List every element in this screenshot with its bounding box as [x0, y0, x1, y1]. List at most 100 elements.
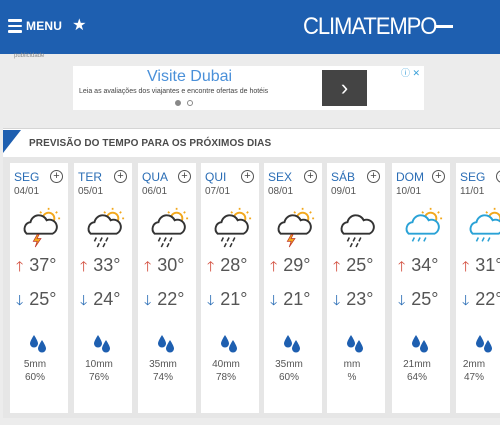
- rain-drops-icon: [156, 333, 176, 353]
- cloud-rain-sun-icon: [146, 205, 190, 249]
- expand-plus-icon[interactable]: +: [178, 170, 191, 183]
- expand-plus-icon[interactable]: +: [304, 170, 317, 183]
- forecast-day-card[interactable]: DOM 10/01 + 🡑 34° 🡓 25° 21mm 64%: [392, 163, 450, 413]
- arrow-up-icon: 🡑: [144, 258, 152, 274]
- rain-drops-icon: [219, 333, 239, 353]
- temp-min: 🡓 25°: [398, 289, 439, 314]
- expand-plus-icon[interactable]: +: [496, 170, 500, 183]
- rain-drops-icon: [474, 333, 494, 353]
- arrow-down-icon: 🡓: [270, 292, 278, 308]
- temp-max: 🡑 37°: [16, 255, 57, 280]
- cloud-rain-sun-light-icon: [464, 205, 500, 249]
- ad-dot-active[interactable]: [175, 100, 181, 106]
- day-date: 09/01: [331, 186, 357, 197]
- day-date: 05/01: [78, 186, 104, 197]
- temp-max: 🡑 28°: [207, 255, 248, 280]
- rain-mm: 10mm: [85, 359, 113, 370]
- temp-max-value: 25°: [346, 255, 374, 275]
- arrow-down-icon: 🡓: [16, 292, 24, 308]
- ad-banner[interactable]: Visite Dubai Leia as avaliações dos viaj…: [73, 66, 424, 110]
- day-date: 04/01: [14, 186, 40, 197]
- arrow-up-icon: 🡑: [207, 258, 215, 274]
- forecast-day-card[interactable]: TER 05/01 + 🡑 33° 🡓 24° 10mm 76%: [74, 163, 132, 413]
- forecast-day-card[interactable]: QUI 07/01 + 🡑 28° 🡓 21° 40mm 78%: [201, 163, 259, 413]
- cloud-rain-sun-light-icon: [400, 205, 444, 249]
- temp-min-value: 22°: [157, 289, 185, 309]
- temp-min-value: 22°: [475, 289, 500, 309]
- rain-drops-icon: [345, 333, 365, 353]
- ad-dot[interactable]: [187, 100, 193, 106]
- arrow-up-icon: 🡑: [462, 258, 470, 274]
- temp-max-value: 34°: [411, 255, 439, 275]
- ad-tag: publicidade: [14, 53, 45, 59]
- ad-pagination: [175, 100, 193, 106]
- top-bar: MENU ★ CLIMATEMPO: [0, 0, 500, 54]
- star-icon[interactable]: ★: [72, 18, 86, 34]
- rain-probability: 64%: [406, 372, 427, 383]
- temp-max-value: 28°: [220, 255, 248, 275]
- day-date: 07/01: [205, 186, 231, 197]
- forecast-title: PREVISÃO DO TEMPO PARA OS PRÓXIMOS DIAS: [29, 138, 272, 149]
- expand-plus-icon[interactable]: +: [367, 170, 380, 183]
- day-date: 11/01: [460, 186, 485, 197]
- rain-probability: %: [347, 372, 357, 383]
- temp-min-value: 21°: [220, 289, 248, 309]
- expand-plus-icon[interactable]: +: [241, 170, 254, 183]
- day-date: 08/01: [268, 186, 294, 197]
- menu-label: MENU: [26, 19, 63, 33]
- temp-max: 🡑 34°: [398, 255, 439, 280]
- ad-title[interactable]: Visite Dubai: [147, 68, 232, 86]
- temp-min-value: 23°: [346, 289, 374, 309]
- arrow-down-icon: 🡓: [207, 292, 215, 308]
- temp-max-value: 31°: [475, 255, 500, 275]
- cloud-rain-icon: [335, 205, 379, 249]
- storm-sun-icon: [272, 205, 316, 249]
- temp-max-value: 33°: [93, 255, 121, 275]
- day-name: DOM: [396, 170, 424, 184]
- expand-plus-icon[interactable]: +: [432, 170, 445, 183]
- rain-probability: 78%: [215, 372, 236, 383]
- day-name: SEX: [268, 170, 293, 184]
- rain-mm: 21mm: [403, 359, 431, 370]
- day-date: 06/01: [142, 186, 168, 197]
- rain-mm: 35mm: [275, 359, 303, 370]
- temp-max: 🡑 30°: [144, 255, 185, 280]
- day-name: SÁB: [331, 170, 356, 184]
- arrow-up-icon: 🡑: [333, 258, 341, 274]
- rain-probability: 60%: [278, 372, 299, 383]
- temp-max: 🡑 25°: [333, 255, 374, 280]
- rain-drops-icon: [28, 333, 48, 353]
- day-name: QUA: [142, 170, 169, 184]
- rain-mm: 5mm: [23, 359, 47, 370]
- arrow-down-icon: 🡓: [144, 292, 152, 308]
- rain-drops-icon: [410, 333, 430, 353]
- day-name: SEG: [460, 170, 486, 184]
- temp-min: 🡓 21°: [270, 289, 311, 314]
- storm-sun-icon: [18, 205, 62, 249]
- ad-next-button[interactable]: ›: [322, 70, 367, 106]
- forecast-day-card[interactable]: SEG 04/01 + 🡑 37° 🡓 25° 5mm 60%: [10, 163, 68, 413]
- rain-mm: 2mm: [462, 359, 486, 370]
- menu-button[interactable]: MENU ★: [8, 18, 86, 34]
- arrow-up-icon: 🡑: [398, 258, 406, 274]
- temp-max: 🡑 33°: [80, 255, 121, 280]
- day-date: 10/01: [396, 186, 422, 197]
- arrow-up-icon: 🡑: [16, 258, 24, 274]
- expand-plus-icon[interactable]: +: [50, 170, 63, 183]
- day-name: TER: [78, 170, 102, 184]
- temp-min-value: 25°: [411, 289, 439, 309]
- expand-plus-icon[interactable]: +: [114, 170, 127, 183]
- temp-min: 🡓 23°: [333, 289, 374, 314]
- rain-drops-icon: [92, 333, 112, 353]
- rain-mm: mm: [343, 359, 361, 370]
- climatempo-logo[interactable]: CLIMATEMPO: [303, 13, 437, 41]
- temp-max: 🡑 31°: [462, 255, 500, 280]
- forecast-day-card[interactable]: SÁB 09/01 + 🡑 25° 🡓 23° mm%: [327, 163, 385, 413]
- temp-max-value: 30°: [157, 255, 185, 275]
- logo-swoosh: [435, 25, 453, 28]
- forecast-day-card[interactable]: QUA 06/01 + 🡑 30° 🡓 22° 35mm 74%: [138, 163, 196, 413]
- rain-drops-icon: [282, 333, 302, 353]
- ad-info-close-icons[interactable]: ⓘ ✕: [401, 66, 420, 79]
- forecast-day-card[interactable]: SEG 11/01 + 🡑 31° 🡓 22° 2mm 47%: [456, 163, 500, 413]
- forecast-day-card[interactable]: SEX 08/01 + 🡑 29° 🡓 21° 35mm 60%: [264, 163, 322, 413]
